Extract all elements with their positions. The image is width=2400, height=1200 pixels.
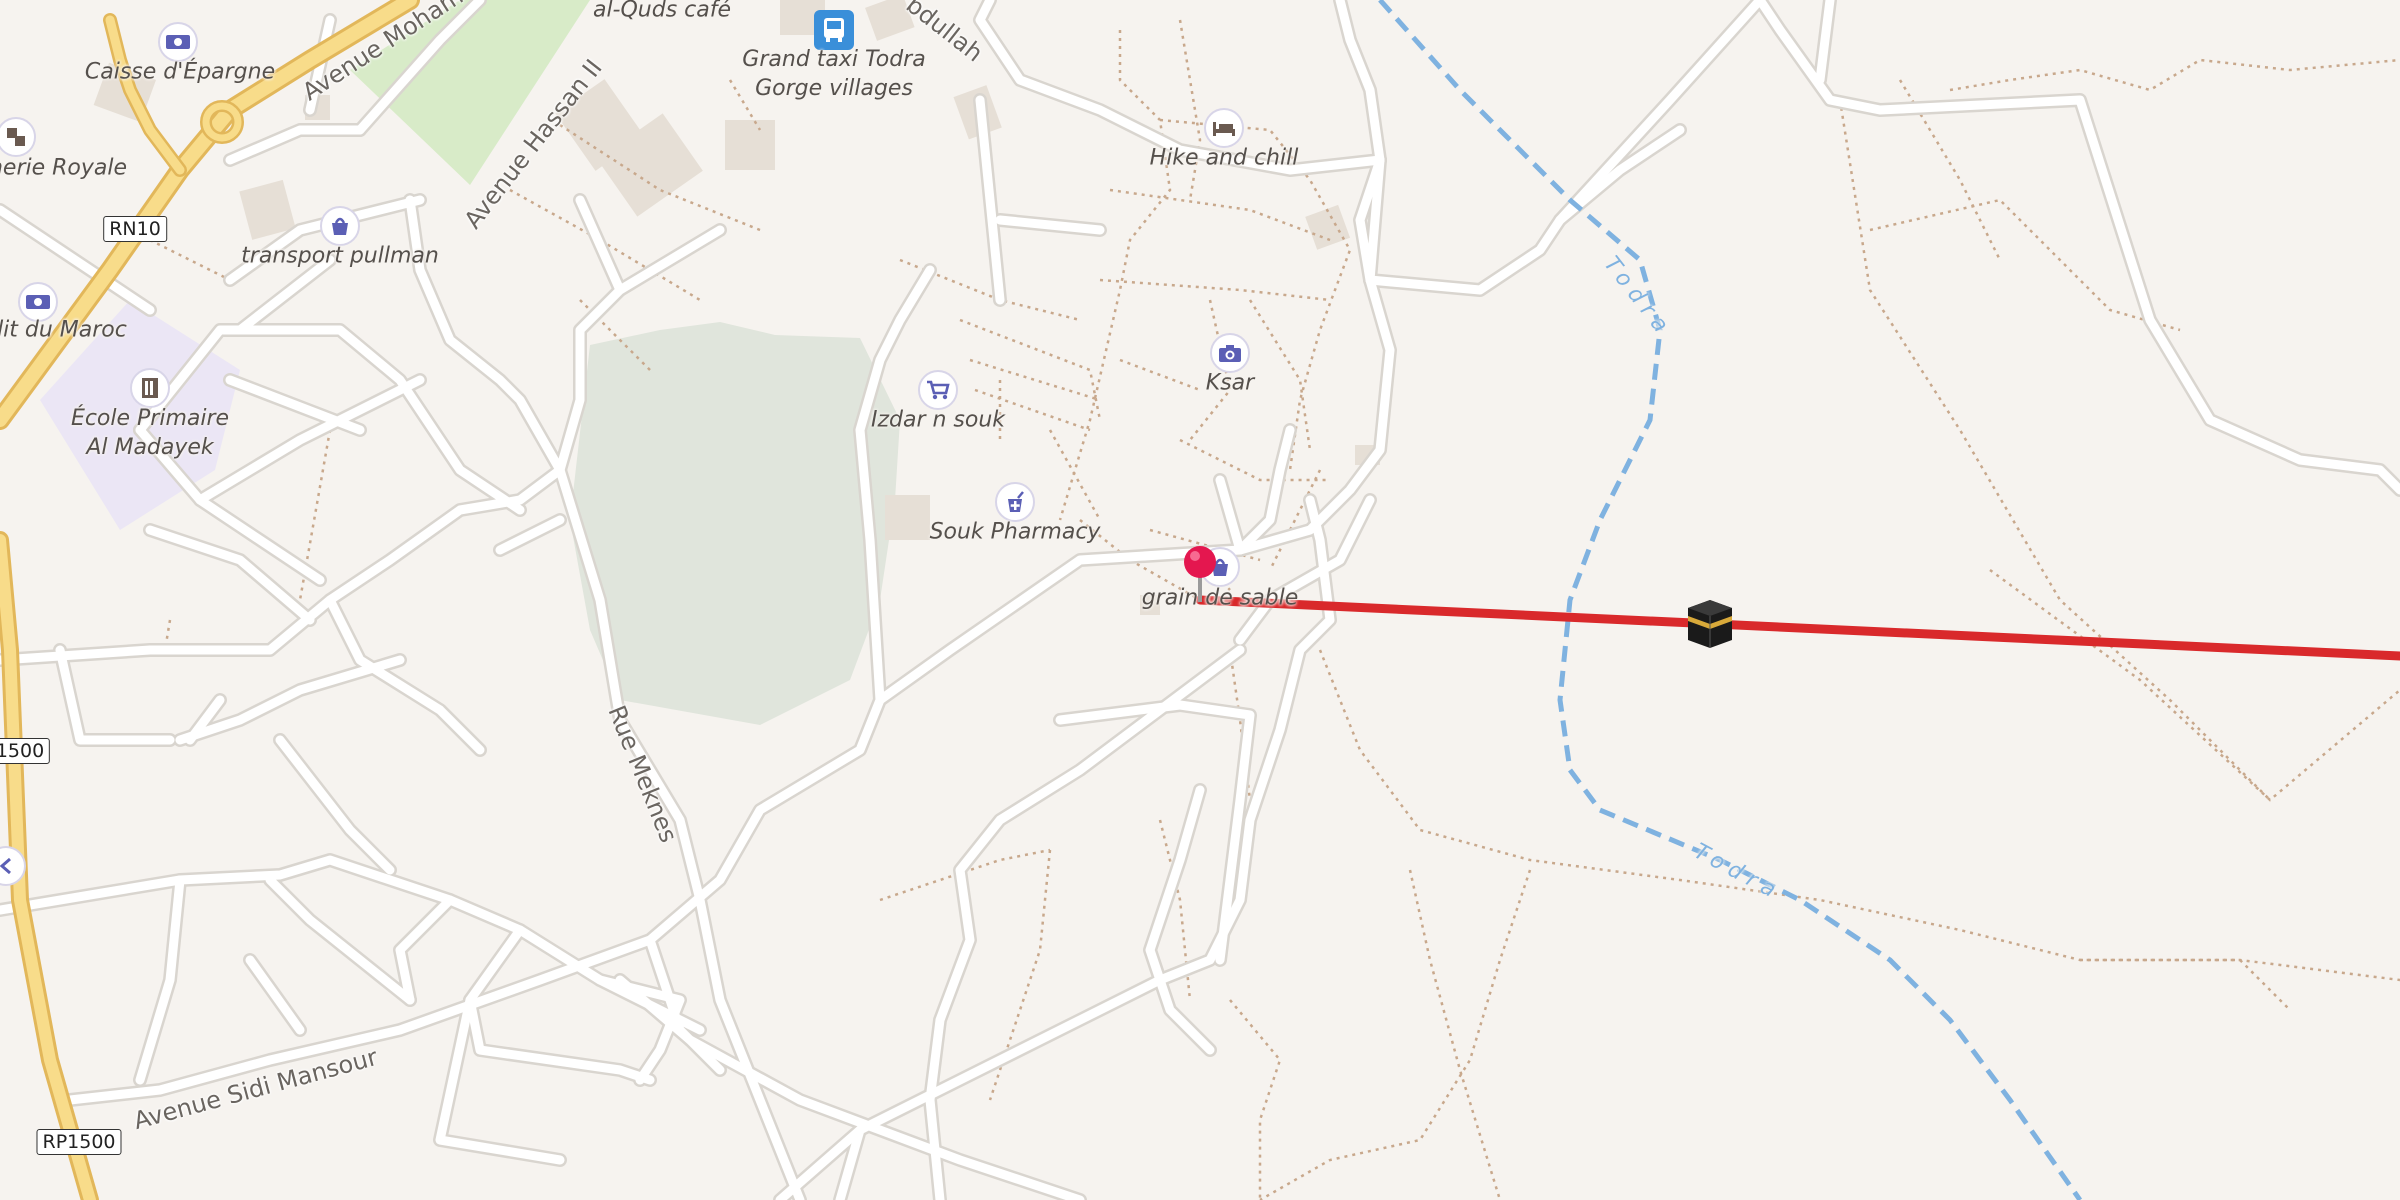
poi-label-caisse[interactable]: Caisse d'Épargne [85, 58, 275, 87]
poi-label-transport[interactable]: transport pullman [241, 242, 439, 271]
bus-stop-icon[interactable] [814, 10, 854, 50]
poi-label-hike[interactable]: Hike and chill [1150, 144, 1299, 173]
shop-bag-icon[interactable] [320, 206, 360, 246]
poi-label-ksar[interactable]: Ksar [1206, 369, 1254, 398]
pharmacy-icon[interactable] [995, 482, 1035, 522]
shopping-cart-icon[interactable] [918, 370, 958, 410]
route-shield-rn10: RN10 [103, 216, 167, 242]
poi-label-royale[interactable]: nerie Royale [0, 154, 127, 183]
camera-icon[interactable] [1210, 333, 1250, 373]
map-canvas[interactable]: Avenue Moham Avenue Hassan II Rue Meknes… [0, 0, 2400, 1200]
poi-label-souk-pharmacy[interactable]: Souk Pharmacy [930, 518, 1101, 547]
hotel-bed-icon[interactable] [1204, 108, 1244, 148]
poi-label-ecole[interactable]: École Primaire Al Madayek [71, 404, 229, 462]
bank-icon[interactable] [158, 22, 198, 62]
poi-label-grain[interactable]: grain de sable [1142, 584, 1299, 613]
poi-label-credit[interactable]: dit du Maroc [0, 316, 127, 345]
poi-label-izdar[interactable]: Izdar n souk [871, 406, 1005, 435]
route-line [1195, 595, 2400, 661]
kaaba-icon[interactable] [1684, 596, 1736, 648]
poi-label-grand-taxi[interactable]: Grand taxi Todra Gorge villages [742, 45, 925, 103]
school-icon[interactable] [130, 368, 170, 408]
location-pin-icon[interactable] [1182, 544, 1218, 608]
wood-area [570, 322, 900, 725]
route-shield-rp1500-left: 1500 [0, 738, 51, 764]
route-shield-rp1500-bottom: RP1500 [36, 1129, 122, 1155]
poi-label-alquds[interactable]: al-Quds café [593, 0, 731, 25]
